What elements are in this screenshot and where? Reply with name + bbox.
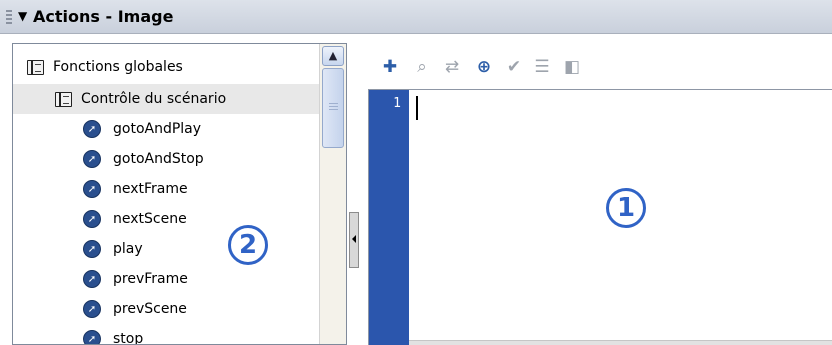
action-icon: ➚ [83,120,101,138]
pane-splitter[interactable] [349,212,359,268]
check-syntax-icon[interactable]: ✔ [504,57,524,77]
tree-item-label: gotoAndPlay [113,121,202,137]
tree-item-label: prevFrame [113,271,188,287]
action-icon: ➚ [83,330,101,344]
script-pane[interactable]: 1 [368,89,832,345]
tree-item-label: nextScene [113,211,187,227]
tree-item-label: nextFrame [113,181,188,197]
callout-script-pane: 1 [606,188,646,228]
add-statement-icon[interactable]: ✚ [380,57,400,77]
tree-item-nextframe[interactable]: ➚ nextFrame [83,174,188,204]
tree-item-controle-du-scenario[interactable]: Contrôle du scénario [13,84,319,114]
collapse-arrow-icon[interactable]: ▼ [18,9,27,23]
line-number-gutter: 1 [369,90,409,345]
action-icon: ➚ [83,210,101,228]
book-icon [27,59,44,75]
action-icon: ➚ [83,240,101,258]
action-icon: ➚ [83,300,101,318]
action-icon: ➚ [83,180,101,198]
tree-item-gotoandplay[interactable]: ➚ gotoAndPlay [83,114,201,144]
toolbox-scrollbar[interactable]: ▲ [319,44,346,344]
tree-item-label: prevScene [113,301,187,317]
action-icon: ➚ [83,270,101,288]
scroll-thumb[interactable] [322,68,344,148]
panel-grip-icon[interactable] [6,10,12,24]
find-icon[interactable]: ⌕ [412,57,432,77]
code-hint-icon[interactable]: ◧ [562,57,582,77]
auto-format-icon[interactable]: ☰ [532,57,552,77]
tree-item-nextscene[interactable]: ➚ nextScene [83,204,187,234]
tree-item-stop[interactable]: ➚ stop [83,324,144,345]
tree-item-gotoandstop[interactable]: ➚ gotoAndStop [83,144,204,174]
line-number: 1 [393,96,401,111]
tree-item-label: gotoAndStop [113,151,204,167]
tree-item-play[interactable]: ➚ play [83,234,143,264]
actions-toolbox[interactable]: Fonctions globales Contrôle du scénario … [12,43,347,345]
tree-item-prevscene[interactable]: ➚ prevScene [83,294,187,324]
tree-item-prevframe[interactable]: ➚ prevFrame [83,264,188,294]
action-icon: ➚ [83,150,101,168]
replace-icon[interactable]: ⇄ [442,57,462,77]
tree-item-label: Contrôle du scénario [81,91,227,107]
script-toolbar: ✚ ⌕ ⇄ ⊕ ✔ ☰ ◧ [368,43,832,87]
insert-target-path-icon[interactable]: ⊕ [474,57,494,77]
tree-item-label: stop [113,331,144,345]
panel-title: Actions - Image [33,7,174,26]
panel-title-bar[interactable]: ▼ Actions - Image [0,0,832,34]
tree-item-label: Fonctions globales [53,59,183,75]
tree-item-fonctions-globales[interactable]: Fonctions globales [27,52,183,82]
thumb-grip-icon [329,103,338,111]
scroll-up-button[interactable]: ▲ [322,46,344,66]
text-caret [416,96,418,120]
book-icon [55,91,72,107]
editor-bottom-bar [409,340,832,345]
tree-item-label: play [113,241,143,257]
collapse-left-icon[interactable] [352,235,356,243]
callout-actions-toolbox: 2 [228,225,268,265]
